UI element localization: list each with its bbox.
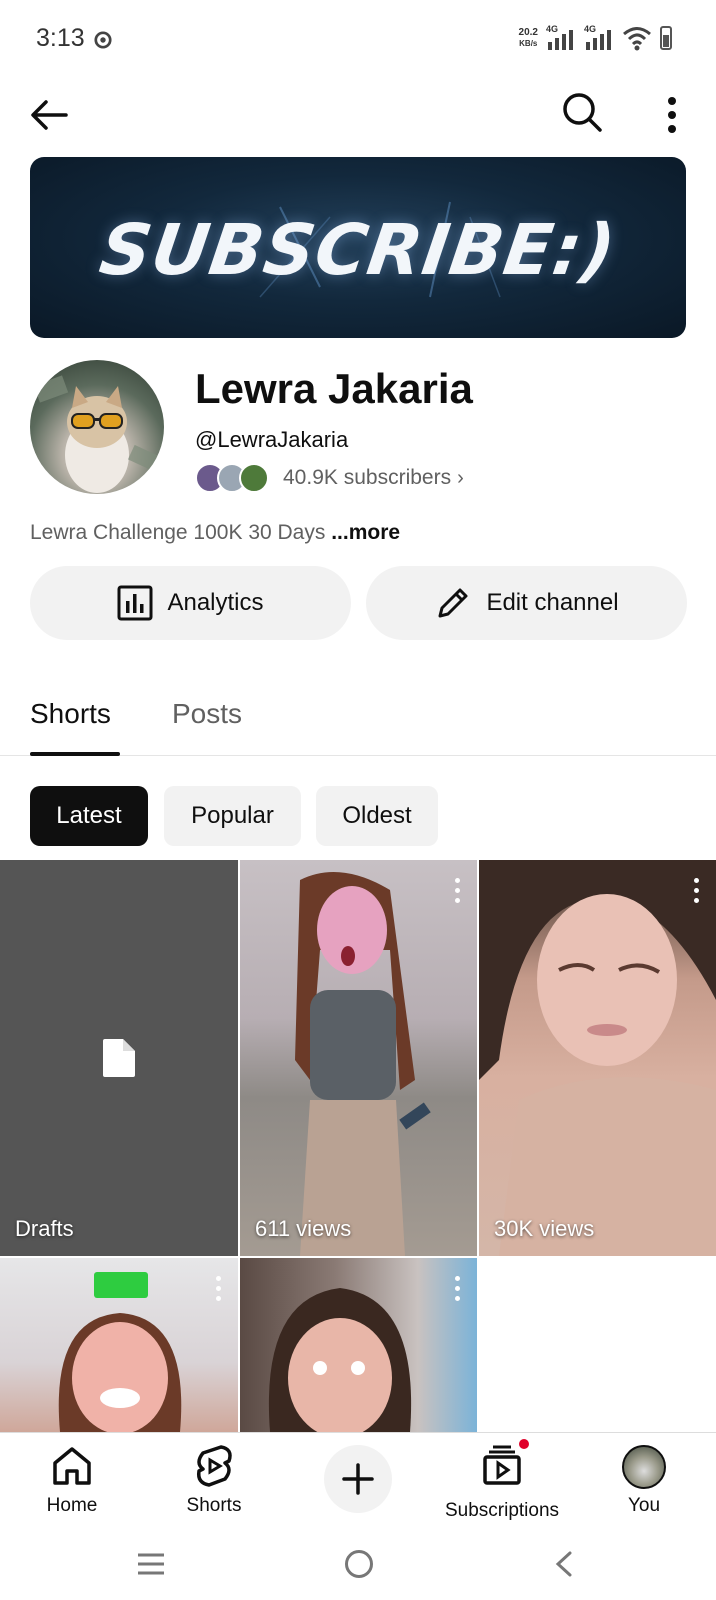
avatar [622, 1445, 666, 1489]
signal-label: 4G [584, 24, 597, 34]
nav-label: Shorts [186, 1495, 242, 1516]
video-thumbnail [479, 860, 716, 1256]
system-navigation-bar [0, 1528, 716, 1600]
edit-channel-button[interactable]: Edit channel [366, 566, 687, 640]
nav-label: Home [46, 1495, 98, 1516]
net-speed-unit: KB/s [519, 39, 538, 48]
cell-signal-2: 4G [584, 24, 614, 52]
short-video-tile[interactable] [0, 1258, 238, 1432]
search-icon[interactable] [558, 88, 606, 136]
description-text: Lewra Challenge 100K 30 Days [30, 521, 326, 544]
banner-text: SUBSCRIBE:) [94, 209, 622, 291]
nav-home[interactable]: Home [30, 1433, 114, 1529]
tab-shorts[interactable]: Shorts [30, 698, 111, 730]
home-icon [53, 1447, 91, 1485]
document-icon [103, 1039, 135, 1077]
chip-popular[interactable]: Popular [164, 786, 301, 846]
net-speed-value: 20.2 [518, 27, 538, 38]
subscriptions-icon-wrap [479, 1437, 531, 1494]
more-vert-icon[interactable] [453, 878, 461, 906]
view-count: 30K views [494, 1216, 595, 1241]
status-time: 3:13 [36, 24, 85, 52]
nav-label: You [627, 1495, 661, 1516]
settings-status-icon [94, 31, 112, 49]
analytics-icon [117, 585, 153, 621]
cat-avatar-image [33, 375, 161, 493]
analytics-label: Analytics [167, 589, 264, 616]
system-home-button[interactable] [345, 1550, 373, 1578]
channel-description[interactable]: Lewra Challenge 100K 30 Days ...more [30, 521, 400, 545]
edit-channel-label: Edit channel [486, 589, 619, 616]
net-speed: 20.2 KB/s [519, 27, 538, 49]
subscriber-avatar [239, 463, 269, 493]
back-arrow-icon[interactable] [26, 92, 72, 138]
chevron-right-icon: › [457, 466, 464, 489]
system-back-icon[interactable] [552, 1550, 576, 1578]
subscriptions-icon [483, 1445, 521, 1485]
channel-handle: @LewraJakaria [195, 427, 349, 452]
view-count: 611 views [255, 1216, 352, 1241]
status-indicators: 20.2 KB/s 4G 4G [519, 24, 672, 52]
more-link[interactable]: ...more [331, 521, 400, 544]
channel-banner: SUBSCRIBE:) [30, 157, 686, 338]
recents-menu-icon[interactable] [136, 1552, 166, 1576]
tab-selected-indicator [30, 752, 120, 756]
notification-dot [517, 1437, 531, 1451]
top-app-bar [0, 80, 716, 150]
more-vert-icon[interactable] [652, 92, 692, 138]
wifi-icon [623, 27, 651, 51]
chip-latest[interactable]: Latest [30, 786, 148, 846]
short-video-tile[interactable]: 30K views [479, 860, 716, 1256]
video-thumbnail [268, 1288, 412, 1432]
nav-label: Subscriptions [444, 1500, 560, 1521]
battery-icon [660, 26, 672, 50]
channel-avatar[interactable] [30, 360, 164, 494]
cell-signal-1: 4G [546, 24, 576, 52]
tile-label: Drafts [15, 1216, 74, 1241]
nav-shorts[interactable]: Shorts [172, 1433, 256, 1529]
more-vert-icon[interactable] [692, 878, 700, 906]
nav-create[interactable] [324, 1433, 392, 1529]
video-thumbnail [58, 1272, 182, 1432]
pencil-icon [438, 588, 468, 618]
nav-you[interactable]: You [614, 1433, 674, 1529]
tab-posts[interactable]: Posts [172, 698, 242, 730]
analytics-button[interactable]: Analytics [30, 566, 351, 640]
nav-subscriptions[interactable]: Subscriptions [440, 1433, 564, 1529]
more-vert-icon[interactable] [453, 1276, 461, 1304]
create-button[interactable] [324, 1445, 392, 1513]
subscriber-count: 40.9K subscribers [283, 466, 452, 489]
channel-name: Lewra Jakaria [195, 365, 473, 412]
subscribers-row[interactable]: 40.9K subscribers › [195, 462, 464, 494]
short-video-tile[interactable] [240, 1258, 477, 1432]
bottom-navigation: Home Shorts Subscriptions You [0, 1432, 716, 1528]
short-video-tile[interactable]: 611 views [240, 860, 477, 1256]
status-bar: 3:13 20.2 KB/s 4G 4G [0, 0, 716, 80]
more-vert-icon[interactable] [214, 1276, 222, 1304]
drafts-tile[interactable]: Drafts [0, 860, 238, 1256]
channel-tabs: Shorts Posts [0, 680, 716, 756]
shorts-icon [196, 1445, 232, 1487]
signal-label: 4G [546, 24, 559, 34]
video-thumbnail [295, 872, 431, 1256]
chip-oldest[interactable]: Oldest [316, 786, 438, 846]
plus-icon [342, 1463, 374, 1495]
